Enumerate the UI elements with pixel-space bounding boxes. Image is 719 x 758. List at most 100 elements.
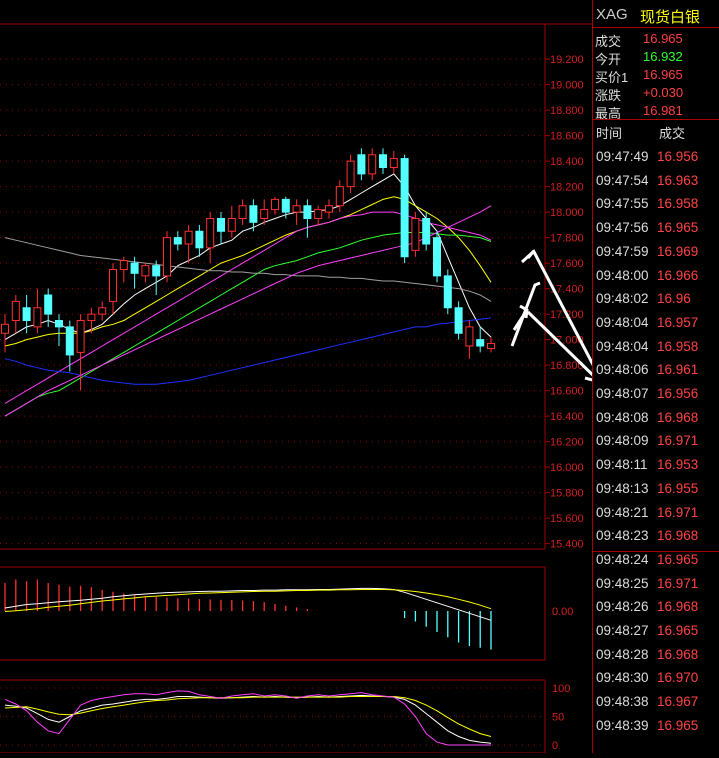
candle-body	[465, 326, 474, 347]
candle-body	[476, 339, 485, 347]
kdj-tick-label: 100	[552, 683, 570, 695]
tick-time: 09:48:07	[596, 386, 649, 401]
quote-row: 今开 16.932	[593, 48, 719, 67]
price-tick-label: 15.400	[550, 539, 584, 551]
tick-price: 16.957	[657, 314, 699, 330]
arrow-annotation	[520, 250, 535, 264]
candle	[303, 199, 312, 238]
candle-body	[98, 307, 107, 315]
candle	[346, 154, 355, 193]
quote-value: 16.981	[643, 103, 683, 118]
tick-row[interactable]: 09:48:27 16.965	[593, 620, 719, 644]
tick-time: 09:48:25	[596, 575, 649, 591]
tick-price: 16.968	[657, 528, 699, 544]
tick-row[interactable]: 09:48:04 16.958	[593, 336, 719, 360]
candle	[11, 295, 20, 334]
quote-value: 16.932	[643, 49, 683, 64]
tick-row[interactable]: 09:48:28 16.968	[593, 644, 719, 668]
candle-body	[141, 265, 150, 277]
tick-row[interactable]: 09:47:55 16.958	[593, 193, 719, 217]
tick-row[interactable]: 09:48:11 16.953	[593, 454, 719, 478]
tick-row[interactable]: 09:47:56 16.965	[593, 217, 719, 241]
price-tick-label: 18.200	[550, 182, 584, 194]
candle	[173, 231, 182, 251]
candle	[152, 260, 161, 295]
moving-averages	[4, 173, 492, 417]
candle-body	[249, 205, 258, 223]
tick-row[interactable]: 09:48:08 16.968	[593, 407, 719, 431]
candle-body	[389, 158, 398, 168]
price-tick-label: 16.600	[550, 386, 584, 398]
tick-row[interactable]: 09:48:38 16.967	[593, 691, 719, 715]
candle	[465, 320, 474, 359]
tick-time: 09:48:23	[596, 528, 649, 544]
tick-time: 09:48:24	[596, 551, 649, 567]
candle	[454, 301, 463, 340]
tick-row[interactable]: 09:48:24 16.965	[593, 549, 719, 573]
tick-row[interactable]: 09:48:09 16.971	[593, 430, 719, 454]
candle	[325, 199, 333, 219]
candle-body	[368, 154, 377, 175]
quote-value: 16.965	[643, 31, 683, 46]
tick-time: 09:48:11	[596, 457, 648, 473]
tick-row[interactable]: 09:48:13 16.955	[593, 478, 719, 502]
tick-time: 09:48:06	[596, 362, 649, 378]
candle-body	[357, 154, 366, 175]
kdj-k-line	[4, 694, 492, 744]
tick-row[interactable]: 09:48:25 16.971	[593, 573, 719, 597]
candle	[141, 263, 150, 283]
tick-price: 16.958	[657, 338, 699, 354]
candle	[357, 148, 366, 181]
tick-price: 16.965	[657, 551, 699, 567]
candle	[271, 196, 279, 215]
tick-price: 16.968	[657, 646, 699, 662]
price-tick-label: 17.600	[550, 258, 584, 270]
candle-body	[281, 198, 290, 213]
candle	[443, 269, 452, 315]
price-tick-label: 16.200	[550, 437, 584, 449]
ticks-time-header: 时间	[596, 126, 623, 141]
tick-row[interactable]: 09:48:04 16.957	[593, 312, 719, 336]
tick-time: 09:47:56	[596, 220, 649, 236]
tick-row[interactable]: 09:48:07 16.956	[593, 383, 719, 407]
tick-row[interactable]: 09:47:49 16.956	[593, 146, 719, 170]
candle	[184, 224, 193, 264]
candle-body	[303, 205, 312, 219]
tick-row[interactable]: 09:48:02 16.96	[593, 288, 719, 312]
candle-body	[411, 218, 420, 251]
kdj-tick-label: 50	[552, 712, 564, 724]
tick-row[interactable]: 09:48:26 16.968	[593, 596, 719, 620]
price-tick-label: 18.000	[550, 207, 584, 219]
candle-body	[76, 320, 85, 353]
tick-row[interactable]: 09:47:59 16.969	[593, 241, 719, 265]
candle	[368, 148, 377, 181]
tick-time: 09:47:55	[596, 196, 649, 212]
tick-row[interactable]: 09:47:54 16.963	[593, 170, 719, 194]
macd-tick-label: 0.00	[552, 606, 573, 618]
candle	[206, 212, 215, 264]
tick-time: 09:48:00	[596, 267, 649, 283]
tick-row[interactable]: 09:48:06 16.961	[593, 359, 719, 383]
candle-body	[271, 198, 279, 211]
tick-time: 09:48:21	[596, 504, 649, 520]
candle-body	[227, 218, 236, 232]
candle	[422, 212, 431, 251]
chart-area[interactable]: 19.200 19.000 18.800 18.600 18.400 18.200 18.0…	[0, 0, 718, 754]
candle-body	[22, 307, 31, 321]
tick-time: 09:48:26	[596, 599, 649, 615]
tick-row[interactable]: 09:48:39 16.965	[593, 715, 719, 739]
candle-body	[130, 262, 139, 274]
kline-chart[interactable]: 19.200 19.000 18.800 18.600 18.400 18.200 18.0…	[0, 0, 718, 754]
symbol-name: 现货白银	[640, 9, 701, 26]
candle	[109, 263, 117, 315]
tick-price: 16.963	[657, 172, 699, 188]
candle	[389, 150, 398, 174]
tick-price: 16.955	[657, 480, 699, 496]
candle	[119, 256, 128, 283]
tick-row[interactable]: 09:48:21 16.971	[593, 502, 719, 526]
tick-row[interactable]: 09:48:23 16.968	[593, 525, 719, 549]
candle	[55, 314, 63, 346]
tick-row[interactable]: 09:48:30 16.970	[593, 667, 719, 691]
tick-row[interactable]: 09:48:00 16.966	[593, 265, 719, 289]
candle-body	[33, 307, 42, 328]
